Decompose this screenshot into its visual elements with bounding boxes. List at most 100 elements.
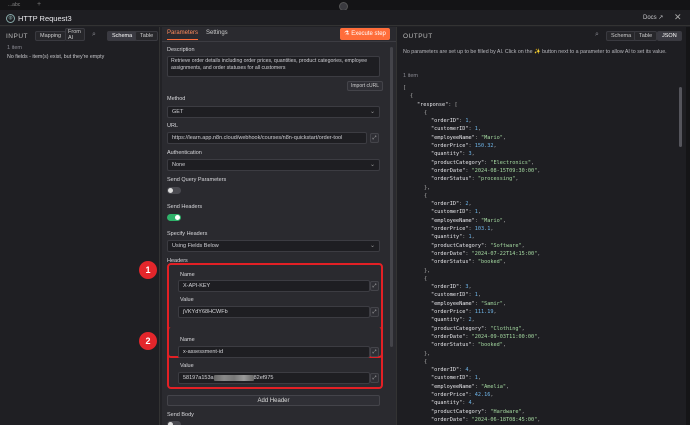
right-edge bbox=[686, 27, 690, 425]
json-viewer: [{"response": [{"orderID": 1, "customerID… bbox=[403, 84, 540, 425]
json-field: "orderStatus": "booked", bbox=[431, 259, 506, 266]
json-field: "customerID": 1, bbox=[431, 292, 481, 299]
json-field: "employeeName": "Samir", bbox=[431, 300, 506, 307]
specify-headers-select[interactable]: Using Fields Below ⌄ bbox=[167, 240, 380, 252]
json-open: { bbox=[424, 192, 428, 199]
json-field: "orderDate": "2024-06-18T08:45:00", bbox=[431, 416, 541, 423]
description-label: Description bbox=[167, 47, 195, 53]
plus-icon[interactable]: + bbox=[37, 1, 41, 8]
search-icon[interactable]: ⌕ bbox=[595, 31, 599, 39]
from-ai-button[interactable]: From AI bbox=[65, 28, 85, 41]
mapping-button[interactable]: Mapping bbox=[35, 31, 67, 41]
json-field: "orderID": 2, bbox=[431, 201, 472, 208]
json-field: "productCategory": "Electronics", bbox=[431, 159, 535, 166]
json-field: "orderDate": "2024-09-03T11:00:00", bbox=[431, 333, 541, 340]
json-field: "quantity": 1, bbox=[431, 234, 475, 241]
chevron-down-icon: ⌄ bbox=[369, 162, 375, 168]
send-body-toggle[interactable] bbox=[167, 421, 181, 425]
json-field: "orderPrice": 42.16, bbox=[431, 391, 494, 398]
json-key-response: "response": [ bbox=[417, 101, 458, 108]
execute-label: Execute step bbox=[351, 31, 386, 37]
annotation-badge-1: 1 bbox=[139, 261, 157, 279]
expand-icon[interactable]: ⤢ bbox=[370, 133, 379, 143]
ai-note: No parameters are set up to be filled by… bbox=[403, 49, 667, 55]
json-field: "orderDate": "2024-07-22T14:15:00", bbox=[431, 250, 541, 257]
chevron-down-icon: ⌄ bbox=[369, 109, 375, 115]
header1-name-label: Name bbox=[180, 272, 195, 278]
tab-bar: Parameters Settings ⚗ Execute step bbox=[162, 27, 396, 42]
description-field[interactable]: Retrieve order details including order p… bbox=[167, 56, 380, 77]
json-field: "orderID": 1, bbox=[431, 118, 472, 125]
send-body-label: Send Body bbox=[167, 412, 194, 418]
empty-note: No fields - item(s) exist, but they're e… bbox=[7, 54, 105, 60]
json-field: "customerID": 1, bbox=[431, 126, 481, 133]
json-field: "productCategory": "Clothing", bbox=[431, 325, 525, 332]
table-button[interactable]: Table bbox=[634, 31, 658, 41]
json-field: "orderPrice": 111.19, bbox=[431, 309, 497, 316]
top-strip: ...abc + bbox=[0, 0, 690, 11]
json-field: "customerID": 1, bbox=[431, 375, 481, 382]
json-field: "productCategory": "Hardware", bbox=[431, 408, 525, 415]
chevron-down-icon: ⌄ bbox=[369, 243, 375, 249]
specify-headers-value: Using Fields Below bbox=[172, 243, 219, 249]
json-field: "orderStatus": "processing", bbox=[431, 176, 519, 183]
node-title[interactable]: HTTP Request3 bbox=[18, 14, 72, 23]
highlight-box-2 bbox=[167, 327, 383, 389]
background-tab[interactable]: ...abc bbox=[8, 2, 20, 8]
header1-value-field[interactable]: jVKYdY68HCWFb bbox=[178, 306, 370, 318]
add-header-button[interactable]: Add Header bbox=[167, 395, 380, 406]
json-open: [ bbox=[403, 85, 407, 91]
item-count: 1 item bbox=[7, 45, 22, 51]
url-field[interactable]: https://learn.app.n8n.cloud/webhook/cour… bbox=[167, 132, 367, 144]
json-field: "employeeName": "Amelia", bbox=[431, 383, 510, 390]
close-icon[interactable]: ✕ bbox=[674, 12, 682, 23]
json-close: }, bbox=[424, 267, 431, 274]
json-field: "quantity": 3, bbox=[431, 151, 475, 158]
method-select[interactable]: GET ⌄ bbox=[167, 106, 380, 118]
schema-button[interactable]: Schema bbox=[606, 31, 637, 41]
scrollbar[interactable] bbox=[679, 87, 682, 147]
schema-button[interactable]: Schema bbox=[107, 31, 138, 41]
json-open: { bbox=[410, 93, 414, 100]
import-curl-button[interactable]: Import cURL bbox=[347, 81, 384, 91]
output-panel: OUTPUT ⌕ Schema Table JSON No parameters… bbox=[396, 27, 690, 425]
json-field: "customerID": 1, bbox=[431, 209, 481, 216]
tab-settings[interactable]: Settings bbox=[206, 30, 228, 36]
authentication-select[interactable]: None ⌄ bbox=[167, 159, 380, 171]
send-query-toggle[interactable] bbox=[167, 187, 181, 194]
search-icon[interactable]: ⌕ bbox=[92, 31, 96, 39]
send-headers-toggle[interactable] bbox=[167, 214, 181, 221]
json-field: "employeeName": "Mario", bbox=[431, 217, 506, 224]
json-field: "employeeName": "Mario", bbox=[431, 134, 506, 141]
execute-step-button[interactable]: ⚗ Execute step bbox=[340, 28, 390, 40]
expand-icon[interactable]: ⤢ bbox=[370, 307, 379, 317]
header1-value-label: Value bbox=[180, 297, 194, 303]
item-count: 1 item bbox=[403, 73, 418, 79]
json-button[interactable]: JSON bbox=[657, 31, 682, 41]
json-close: }, bbox=[424, 184, 431, 191]
method-value: GET bbox=[172, 109, 184, 115]
annotation-badge-2: 2 bbox=[139, 332, 157, 350]
json-field: "productCategory": "Software", bbox=[431, 242, 525, 249]
header1-name-field[interactable]: X-API-KEY bbox=[178, 280, 370, 292]
parameters-panel: Parameters Settings ⚗ Execute step Descr… bbox=[162, 27, 396, 425]
docs-link[interactable]: Docs ↗ bbox=[643, 14, 663, 21]
input-panel: INPUT Mapping From AI ⌕ Schema Table 1 i… bbox=[0, 27, 160, 425]
json-open: { bbox=[424, 358, 428, 365]
json-field: "orderID": 4, bbox=[431, 367, 472, 374]
input-label: INPUT bbox=[6, 33, 28, 40]
modal-header: ◍ HTTP Request3 Docs ↗ ✕ bbox=[0, 10, 690, 26]
method-label: Method bbox=[167, 96, 186, 102]
tab-parameters[interactable]: Parameters bbox=[167, 30, 199, 40]
scrollbar[interactable] bbox=[390, 47, 393, 347]
output-label: OUTPUT bbox=[403, 33, 433, 40]
flask-icon: ⚗ bbox=[344, 31, 350, 37]
json-open: { bbox=[424, 109, 428, 116]
table-button[interactable]: Table bbox=[135, 31, 159, 41]
authentication-label: Authentication bbox=[167, 150, 202, 156]
json-field: "orderPrice": 103.1, bbox=[431, 226, 494, 233]
json-field: "orderPrice": 150.32, bbox=[431, 143, 497, 150]
json-field: "orderDate": "2024-08-15T09:30:00", bbox=[431, 167, 541, 174]
expand-icon[interactable]: ⤢ bbox=[370, 281, 379, 291]
send-headers-label: Send Headers bbox=[167, 204, 203, 210]
